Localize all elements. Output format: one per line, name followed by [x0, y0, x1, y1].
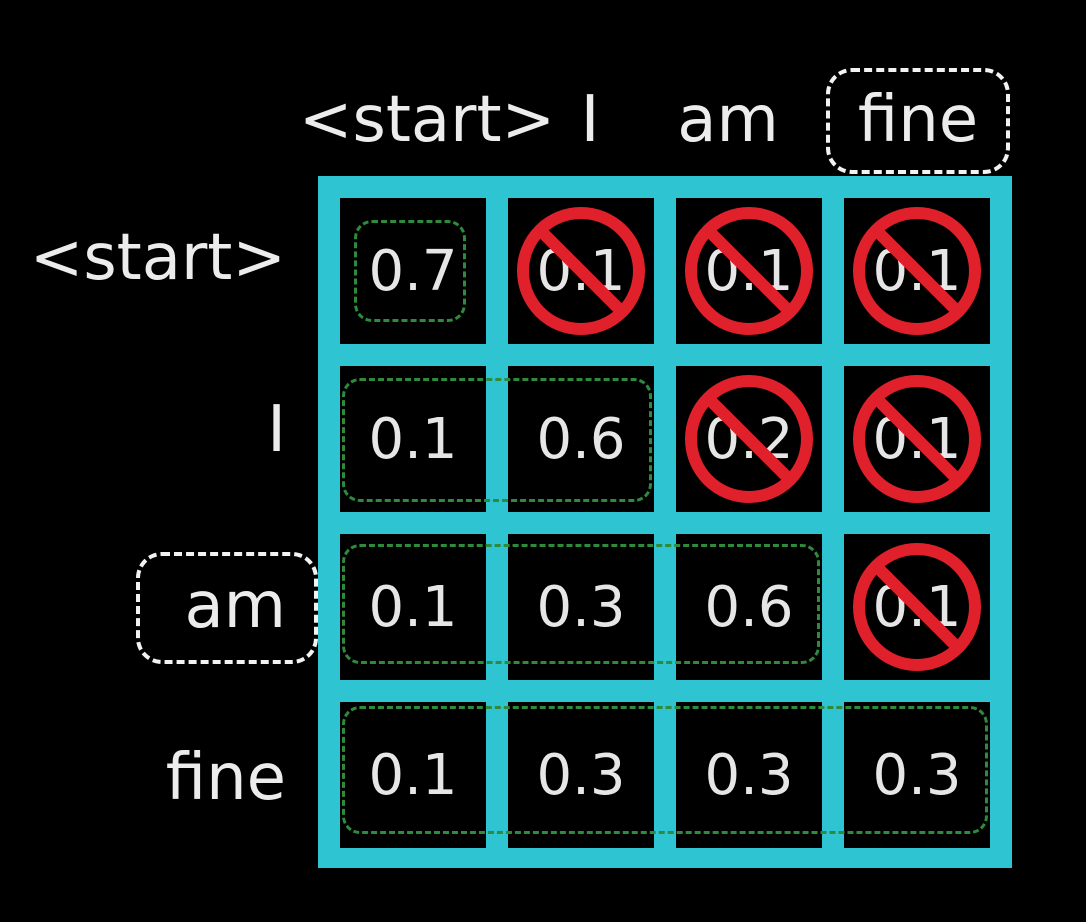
- cell-value: 0.6: [704, 574, 794, 640]
- matrix-cell-1-2: 0.2: [676, 366, 822, 512]
- cell-value: 0.3: [536, 574, 626, 640]
- matrix-cell-0-3: 0.1: [844, 198, 990, 344]
- matrix-cell-3-0: 0.1: [340, 702, 486, 848]
- matrix-cell-0-2: 0.1: [676, 198, 822, 344]
- cell-value: 0.1: [368, 406, 458, 472]
- matrix-cell-3-3: 0.3: [844, 702, 990, 848]
- matrix-cell-1-3: 0.1: [844, 366, 990, 512]
- matrix-cell-3-1: 0.3: [508, 702, 654, 848]
- cell-value: 0.1: [368, 742, 458, 808]
- matrix-cell-0-0: 0.7: [340, 198, 486, 344]
- cell-value: 0.1: [872, 238, 962, 304]
- matrix-cell-2-1: 0.3: [508, 534, 654, 680]
- cell-value: 0.6: [536, 406, 626, 472]
- matrix-cell-0-1: 0.1: [508, 198, 654, 344]
- column-label-start: <start>: [298, 83, 556, 157]
- attention-matrix: 0.7 0.1 0.1 0.1 0.1 0.6 0.2 0.1 0.1 0.3 …: [318, 176, 1012, 868]
- matrix-cell-1-1: 0.6: [508, 366, 654, 512]
- cell-value: 0.1: [872, 406, 962, 472]
- cell-value: 0.3: [704, 742, 794, 808]
- cell-value: 0.1: [536, 238, 626, 304]
- cell-value: 0.1: [704, 238, 794, 304]
- cell-value: 0.1: [872, 574, 962, 640]
- matrix-cell-1-0: 0.1: [340, 366, 486, 512]
- column-label-am: am: [677, 83, 779, 157]
- cell-value: 0.7: [368, 238, 458, 304]
- column-highlight-box: [826, 68, 1010, 174]
- row-highlight-box: [136, 552, 318, 664]
- matrix-cell-3-2: 0.3: [676, 702, 822, 848]
- matrix-cell-2-0: 0.1: [340, 534, 486, 680]
- matrix-cell-2-3: 0.1: [844, 534, 990, 680]
- column-label-i: I: [580, 83, 600, 157]
- row-label-start: <start>: [29, 221, 286, 295]
- cell-value: 0.1: [368, 574, 458, 640]
- matrix-cell-2-2: 0.6: [676, 534, 822, 680]
- cell-value: 0.3: [536, 742, 626, 808]
- row-label-i: I: [267, 393, 286, 467]
- cell-value: 0.3: [872, 742, 962, 808]
- row-label-fine: fine: [165, 741, 286, 815]
- cell-value: 0.2: [704, 406, 794, 472]
